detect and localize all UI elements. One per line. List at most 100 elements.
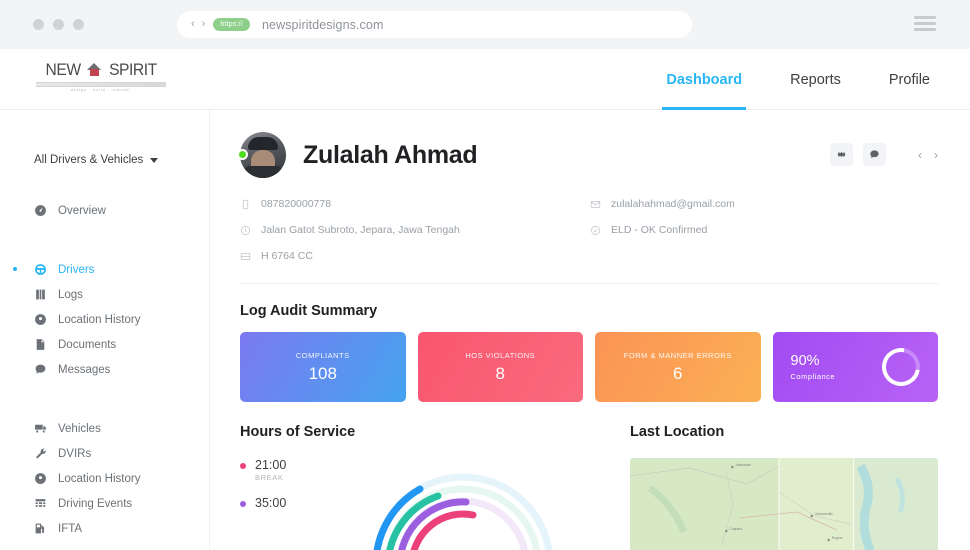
hours-of-service-title: Hours of Service (240, 424, 356, 440)
sidebar-item-label: Overview (58, 204, 106, 217)
contact-vehicle: H 6764 CC (240, 250, 590, 262)
card-hos-violations[interactable]: HOS Violations 8 (417, 332, 583, 402)
svg-text:Rogers: Rogers (832, 536, 843, 540)
top-navigation: Dashboard Reports Profile (662, 49, 930, 110)
sidebar-item-label: Logs (58, 288, 83, 301)
card-label: Form & Manner Errors (623, 350, 732, 360)
card-value: 108 (308, 363, 337, 383)
sidebar-item-dvirs[interactable]: DVIRs (0, 441, 209, 466)
card-compliance[interactable]: 90% Compliance (772, 332, 938, 402)
sidebar-item-documents[interactable]: Documents (0, 332, 209, 357)
forward-icon[interactable]: › (202, 19, 206, 30)
sidebar-item-driving-events[interactable]: Driving Events (0, 491, 209, 516)
contact-eld-status: ELD - OK Confirmed (590, 224, 938, 236)
url-text[interactable]: newspiritdesigns.com (262, 18, 384, 32)
contact-value: 087820000778 (261, 198, 332, 210)
chevron-down-icon (150, 157, 159, 163)
truck-icon (34, 422, 47, 435)
compliance-label: Compliance (790, 372, 836, 381)
sidebar-item-label: Drivers (58, 263, 95, 276)
browser-nav-arrows[interactable]: ‹ › (191, 19, 205, 30)
house-icon (86, 63, 103, 77)
legend-time: 35:00 (255, 496, 287, 510)
sidebar-item-vehicles[interactable]: Vehicles (0, 416, 209, 441)
logo-wordmark: NEW SPIRIT (36, 60, 166, 80)
svg-text:Chapara: Chapara (729, 527, 742, 531)
log-audit-title: Log Audit Summary (240, 303, 378, 319)
sidebar-item-overview[interactable]: Overview (0, 198, 209, 223)
gear-icon (837, 151, 846, 158)
tab-profile[interactable]: Profile (889, 49, 930, 110)
fuel-pump-icon (34, 522, 47, 535)
sidebar-item-label: Location History (58, 313, 141, 326)
steering-wheel-icon (34, 263, 47, 276)
sidebar-item-label: Vehicles (58, 422, 101, 435)
sidebar-item-messages[interactable]: Messages (0, 357, 209, 382)
legend-time: 21:00 (255, 458, 287, 472)
map-canvas: Jackstown Jacksonville Chapara Rogers (630, 458, 938, 550)
browser-menu-icon[interactable] (914, 16, 936, 31)
profile-actions: ‹ › (830, 143, 938, 166)
minimize-window-dot[interactable] (53, 19, 64, 30)
sidebar-item-label: Driving Events (58, 497, 133, 510)
log-audit-cards: Compliants 108 HOS Violations 8 Form & M… (240, 332, 938, 402)
contact-value: zulalahahmad@gmail.com (611, 198, 735, 210)
calendar-icon (34, 497, 47, 510)
section-divider (240, 283, 938, 284)
status-badge (237, 149, 248, 160)
contact-value: H 6764 CC (261, 250, 313, 262)
contact-value: Jalan Gatot Subroto, Jepara, Jawa Tengah (261, 224, 460, 236)
address-bar[interactable]: ‹ › https:// newspiritdesigns.com (177, 11, 692, 38)
sidebar: All Drivers & Vehicles Overview Drivers (0, 110, 210, 550)
sidebar-item-logs[interactable]: Logs (0, 282, 209, 307)
compliance-text: 90% Compliance (791, 353, 836, 381)
contact-phone: 087820000778 (240, 198, 590, 210)
card-form-manner-errors[interactable]: Form & Manner Errors 6 (595, 332, 761, 402)
maximize-window-dot[interactable] (73, 19, 84, 30)
settings-button[interactable] (830, 143, 853, 166)
contact-address: Jalan Gatot Subroto, Jepara, Jawa Tengah (240, 224, 590, 236)
card-compliants[interactable]: Compliants 108 (240, 332, 406, 402)
sidebar-group-general: Overview (0, 198, 209, 223)
bottom-panels: Hours of Service 21:00 BREAK 35:00 Last … (240, 424, 938, 550)
profile-header: Zulalah Ahmad ‹ › (210, 110, 970, 178)
truck-icon (240, 252, 251, 260)
gauge-icon (34, 204, 47, 217)
sidebar-item-vehicle-location-history[interactable]: Location History (0, 466, 209, 491)
message-button[interactable] (863, 143, 886, 166)
next-record-button[interactable]: › (934, 148, 938, 162)
browser-chrome: ‹ › https:// newspiritdesigns.com (0, 0, 970, 49)
card-label: Compliants (295, 350, 350, 360)
sidebar-item-label: IFTA (58, 522, 83, 535)
map-view[interactable]: Jackstown Jacksonville Chapara Rogers (630, 458, 938, 550)
driver-vehicle-filter[interactable]: All Drivers & Vehicles (0, 154, 209, 166)
chat-icon (870, 150, 879, 158)
avatar-body (242, 166, 284, 178)
sidebar-item-drivers[interactable]: Drivers (0, 257, 209, 282)
avatar[interactable] (237, 132, 286, 178)
sidebar-item-label: DVIRs (58, 447, 92, 460)
prev-record-button[interactable]: ‹ (918, 148, 922, 162)
sidebar-item-ifta[interactable]: IFTA (0, 516, 209, 541)
contact-value: ELD - OK Confirmed (611, 224, 708, 236)
clock-icon (241, 225, 250, 235)
sidebar-item-label: Location History (58, 472, 141, 485)
tab-reports[interactable]: Reports (790, 49, 841, 110)
sidebar-item-location-history[interactable]: Location History (0, 307, 209, 332)
card-value: 6 (673, 363, 683, 383)
window-controls[interactable] (33, 19, 84, 30)
legend-dot-break (240, 463, 246, 469)
phone-icon (242, 199, 249, 209)
card-label: HOS Violations (465, 350, 536, 360)
last-location-title: Last Location (630, 424, 725, 440)
check-circle-icon (591, 225, 600, 235)
close-window-dot[interactable] (33, 19, 44, 30)
back-icon[interactable]: ‹ (191, 19, 195, 30)
site-logo[interactable]: NEW SPIRIT design · build · remodel (36, 60, 166, 92)
tab-dashboard[interactable]: Dashboard (662, 49, 746, 110)
contact-details: 087820000778 zulalahahmad@gmail.com Jala… (240, 198, 938, 262)
site-header: NEW SPIRIT design · build · remodel Dash… (0, 49, 970, 110)
contact-email: zulalahahmad@gmail.com (590, 198, 938, 210)
